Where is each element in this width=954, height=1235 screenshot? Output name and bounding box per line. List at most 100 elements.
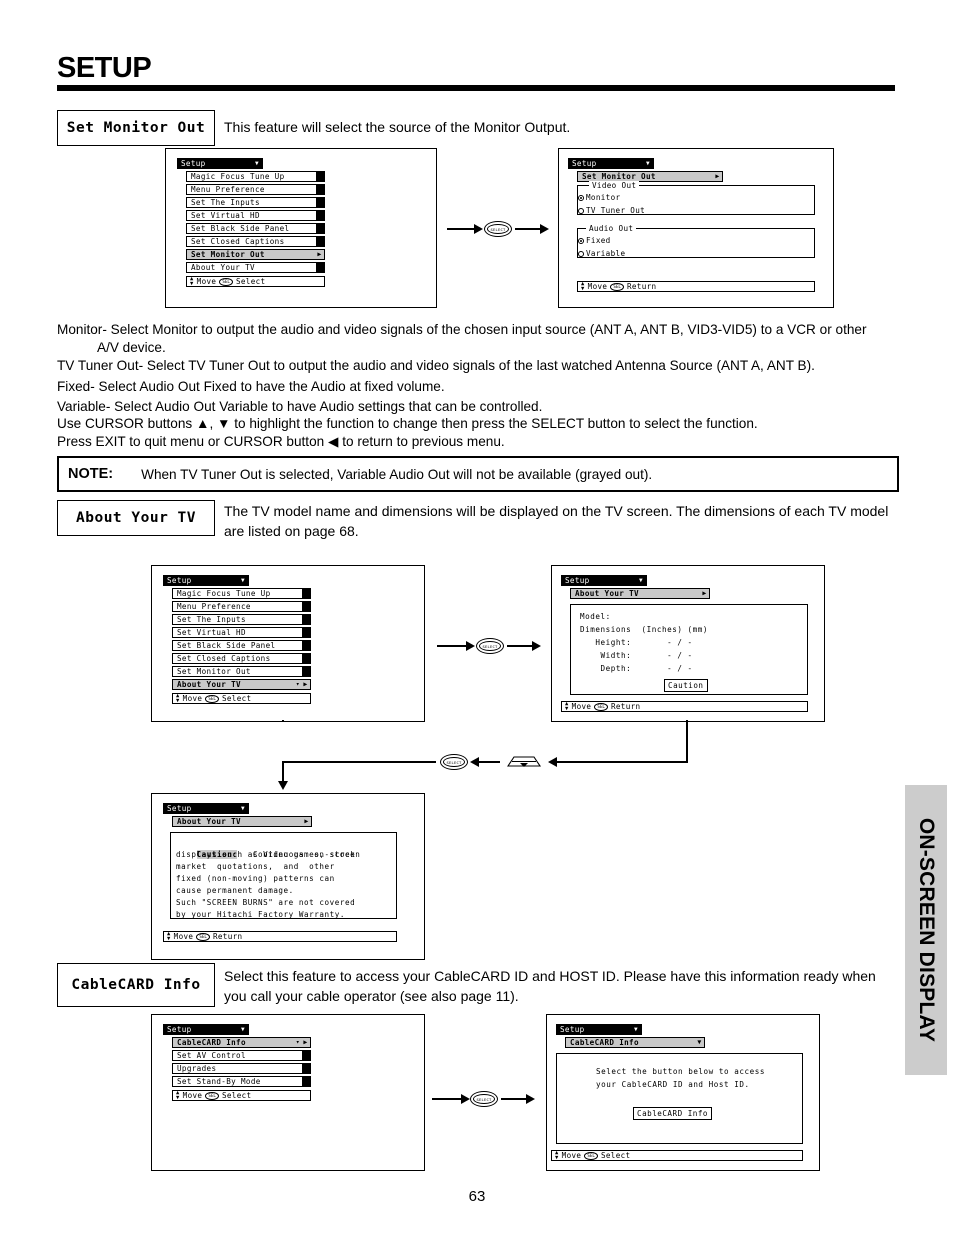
updown-icon: ▲ ▼: [555, 1149, 559, 1161]
menu-item[interactable]: About Your TV ▾: [186, 262, 325, 273]
menu-item[interactable]: Set Black Side Panel: [186, 223, 325, 234]
caution-button[interactable]: Caution: [664, 679, 708, 692]
cablecard-info-button[interactable]: CableCARD Info: [633, 1107, 713, 1120]
menu-item-selected[interactable]: Set Monitor Out ▶: [186, 249, 325, 260]
about-tv-info-line: Depth: - / -: [580, 664, 693, 673]
flow-arrow-line: [437, 645, 467, 647]
osd-menu-setup-2: Setup ▼ Magic Focus Tune Up Menu Prefere…: [163, 575, 311, 704]
select-button[interactable]: SELECT: [476, 638, 504, 654]
select-button-label: SELECT: [487, 224, 509, 234]
diagram4-right-frame: Setup ▼ CableCARD Info ▼ Select the butt…: [546, 1014, 820, 1171]
osd-help-bar: ▲ ▼ Move SEL Select: [186, 276, 325, 287]
menu-item[interactable]: Set AV Control: [172, 1050, 311, 1061]
osd-help-bar: ▲ ▼ Move SEL Return: [561, 701, 808, 712]
osd-help-bar: ▲ ▼ Move SEL Select: [172, 1090, 311, 1101]
chevron-down-icon: ▼: [639, 576, 643, 584]
paragraph-fixed: Fixed- Select Audio Out Fixed to have th…: [57, 379, 445, 394]
menu-item[interactable]: Set Virtual HD: [172, 627, 311, 638]
menu-item[interactable]: Set Stand-By Mode: [172, 1076, 311, 1087]
caution-line: fixed (non-moving) patterns can: [176, 874, 335, 883]
diagram2-right-frame: Setup ▼ About Your TV ▶ Model: Dimension…: [551, 565, 825, 722]
menu-item[interactable]: Set Closed Captions: [186, 236, 325, 247]
section-label-set-monitor-out: Set Monitor Out: [57, 110, 215, 146]
select-button-label: SELECT: [479, 641, 501, 651]
menu-item[interactable]: Set Closed Captions: [172, 653, 311, 664]
select-button[interactable]: SELECT: [440, 754, 468, 770]
updown-icon: ▲ ▼: [190, 275, 194, 287]
osd-menu-setup-1: Setup ▼ Magic Focus Tune Up Menu Prefere…: [177, 158, 325, 287]
chevron-down-icon: ▼: [697, 1038, 702, 1047]
about-tv-info-line: Dimensions (Inches) (mm): [580, 625, 709, 634]
caution-line: Such "SCREEN BURNS" are not covered: [176, 898, 356, 907]
page-title: SETUP: [57, 52, 152, 84]
paragraph-monitor: Monitor- Select Monitor to output the au…: [57, 322, 867, 337]
section-description-about-your-tv: The TV model name and dimensions will be…: [224, 503, 889, 540]
select-button[interactable]: SELECT: [484, 221, 512, 237]
diagram3-frame: Setup ▼ About Your TV ▶ Caution: Continu…: [151, 793, 425, 960]
select-key-icon: SEL: [584, 1151, 598, 1160]
updown-icon: ▲ ▼: [581, 280, 585, 292]
select-key-icon: SEL: [594, 702, 608, 711]
flow-line-vertical: [282, 720, 284, 721]
section-label-text: About Your TV: [76, 510, 196, 526]
osd-help-bar-wrap: ▲ ▼ Move SEL Return: [577, 281, 815, 292]
radio-tv-tuner-out[interactable]: TV Tuner Out: [578, 206, 645, 215]
flow-line-vertical: [686, 720, 688, 762]
osd-title-bar: Setup ▼: [568, 158, 654, 169]
chevron-right-icon: ▶: [303, 1038, 308, 1047]
menu-item[interactable]: Set Virtual HD: [186, 210, 325, 221]
menu-item-selected[interactable]: CableCARD Info ▾ ▶: [172, 1037, 311, 1048]
radio-monitor[interactable]: Monitor: [578, 193, 620, 202]
menu-item[interactable]: Magic Focus Tune Up: [186, 171, 325, 182]
osd-title-bar: Setup ▼: [163, 803, 249, 814]
osd-help-bar: ▲ ▼ Move SEL Return: [577, 281, 815, 292]
select-button-label: SELECT: [473, 1094, 495, 1104]
osd-help-bar: ▲ ▼ Move SEL Select: [551, 1150, 803, 1161]
note-text: When TV Tuner Out is selected, Variable …: [141, 466, 653, 482]
menu-item[interactable]: Menu Preference: [172, 601, 311, 612]
chevron-down-icon: ▼: [255, 159, 259, 167]
flow-arrow-line: [556, 761, 688, 763]
updown-icon: ▲ ▼: [167, 930, 171, 942]
menu-item[interactable]: Upgrades: [172, 1063, 311, 1074]
flow-arrow-head: [532, 641, 541, 651]
cablecard-info-line: Select the button below to access: [596, 1067, 766, 1076]
chevron-down-icon: ▼: [634, 1025, 638, 1033]
chevron-down-icon: ▼: [646, 159, 650, 167]
osd-breadcrumb-header[interactable]: About Your TV ▶: [172, 816, 312, 827]
flow-arrow-head: [540, 224, 549, 234]
osd-menu-set-monitor-out: Setup ▼ Set Monitor Out ▶: [568, 158, 824, 182]
osd-breadcrumb-header[interactable]: About Your TV ▶: [570, 588, 710, 599]
menu-item[interactable]: Set Monitor Out: [172, 666, 311, 677]
radio-fixed[interactable]: Fixed: [578, 236, 611, 245]
cursor-down-button[interactable]: [505, 754, 543, 769]
flow-arrow-head: [466, 641, 475, 651]
section-description-set-monitor-out: This feature will select the source of t…: [224, 119, 571, 135]
diagram2-left-frame: Setup ▼ Magic Focus Tune Up Menu Prefere…: [151, 565, 425, 722]
select-button-label: SELECT: [443, 757, 465, 767]
menu-item[interactable]: Set The Inputs: [172, 614, 311, 625]
osd-menu-cablecard-info: Setup ▼ CableCARD Info ▼: [556, 1024, 812, 1048]
caution-line: market quotations, and other: [176, 862, 335, 871]
osd-breadcrumb-header[interactable]: CableCARD Info ▼: [565, 1037, 705, 1048]
osd-help-bar-wrap: ▲ ▼ Move SEL Select: [551, 1150, 803, 1161]
flow-arrow-head: [548, 757, 557, 767]
flow-arrow-head: [470, 757, 479, 767]
select-key-icon: SEL: [219, 277, 233, 286]
chevron-right-icon: ▶: [304, 817, 309, 826]
menu-item-selected[interactable]: About Your TV ▾ ▶: [172, 679, 311, 690]
updown-icon: ▲ ▼: [176, 1089, 180, 1101]
menu-item[interactable]: Set The Inputs: [186, 197, 325, 208]
menu-item[interactable]: Set Black Side Panel: [172, 640, 311, 651]
select-button[interactable]: SELECT: [470, 1091, 498, 1107]
title-divider: [57, 85, 895, 91]
section-label-about-your-tv: About Your TV: [57, 500, 215, 536]
diagram4-left-frame: Setup ▼ CableCARD Info ▾ ▶ Set AV Contro…: [151, 1014, 425, 1171]
osd-menu-about-your-tv-caution: Setup ▼ About Your TV ▶: [163, 803, 419, 827]
updown-icon: ▲ ▼: [176, 692, 180, 704]
menu-item[interactable]: Magic Focus Tune Up: [172, 588, 311, 599]
chevron-down-icon: ▼: [241, 1025, 245, 1033]
select-key-icon: SEL: [205, 694, 219, 703]
radio-variable[interactable]: Variable: [578, 249, 625, 258]
menu-item[interactable]: Menu Preference: [186, 184, 325, 195]
